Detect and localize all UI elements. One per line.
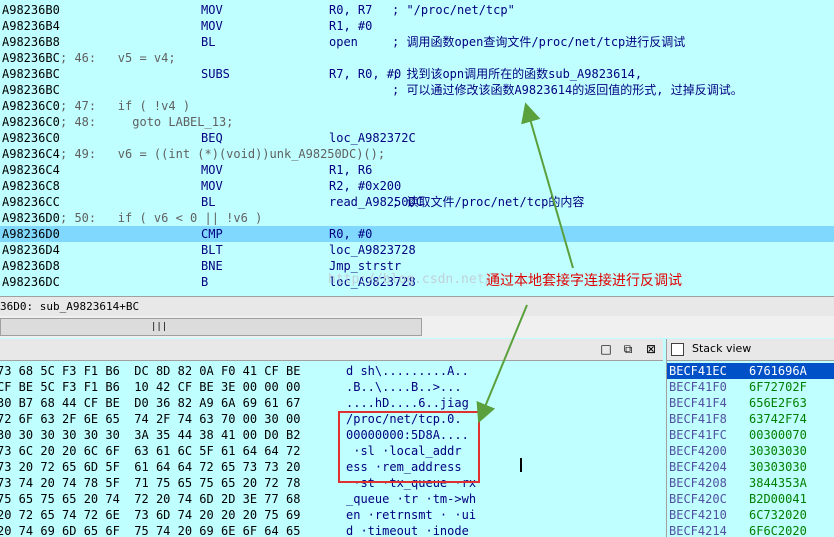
arrow-down [476, 304, 528, 424]
annotation-arrows [476, 102, 574, 424]
arrow-up [521, 102, 574, 269]
